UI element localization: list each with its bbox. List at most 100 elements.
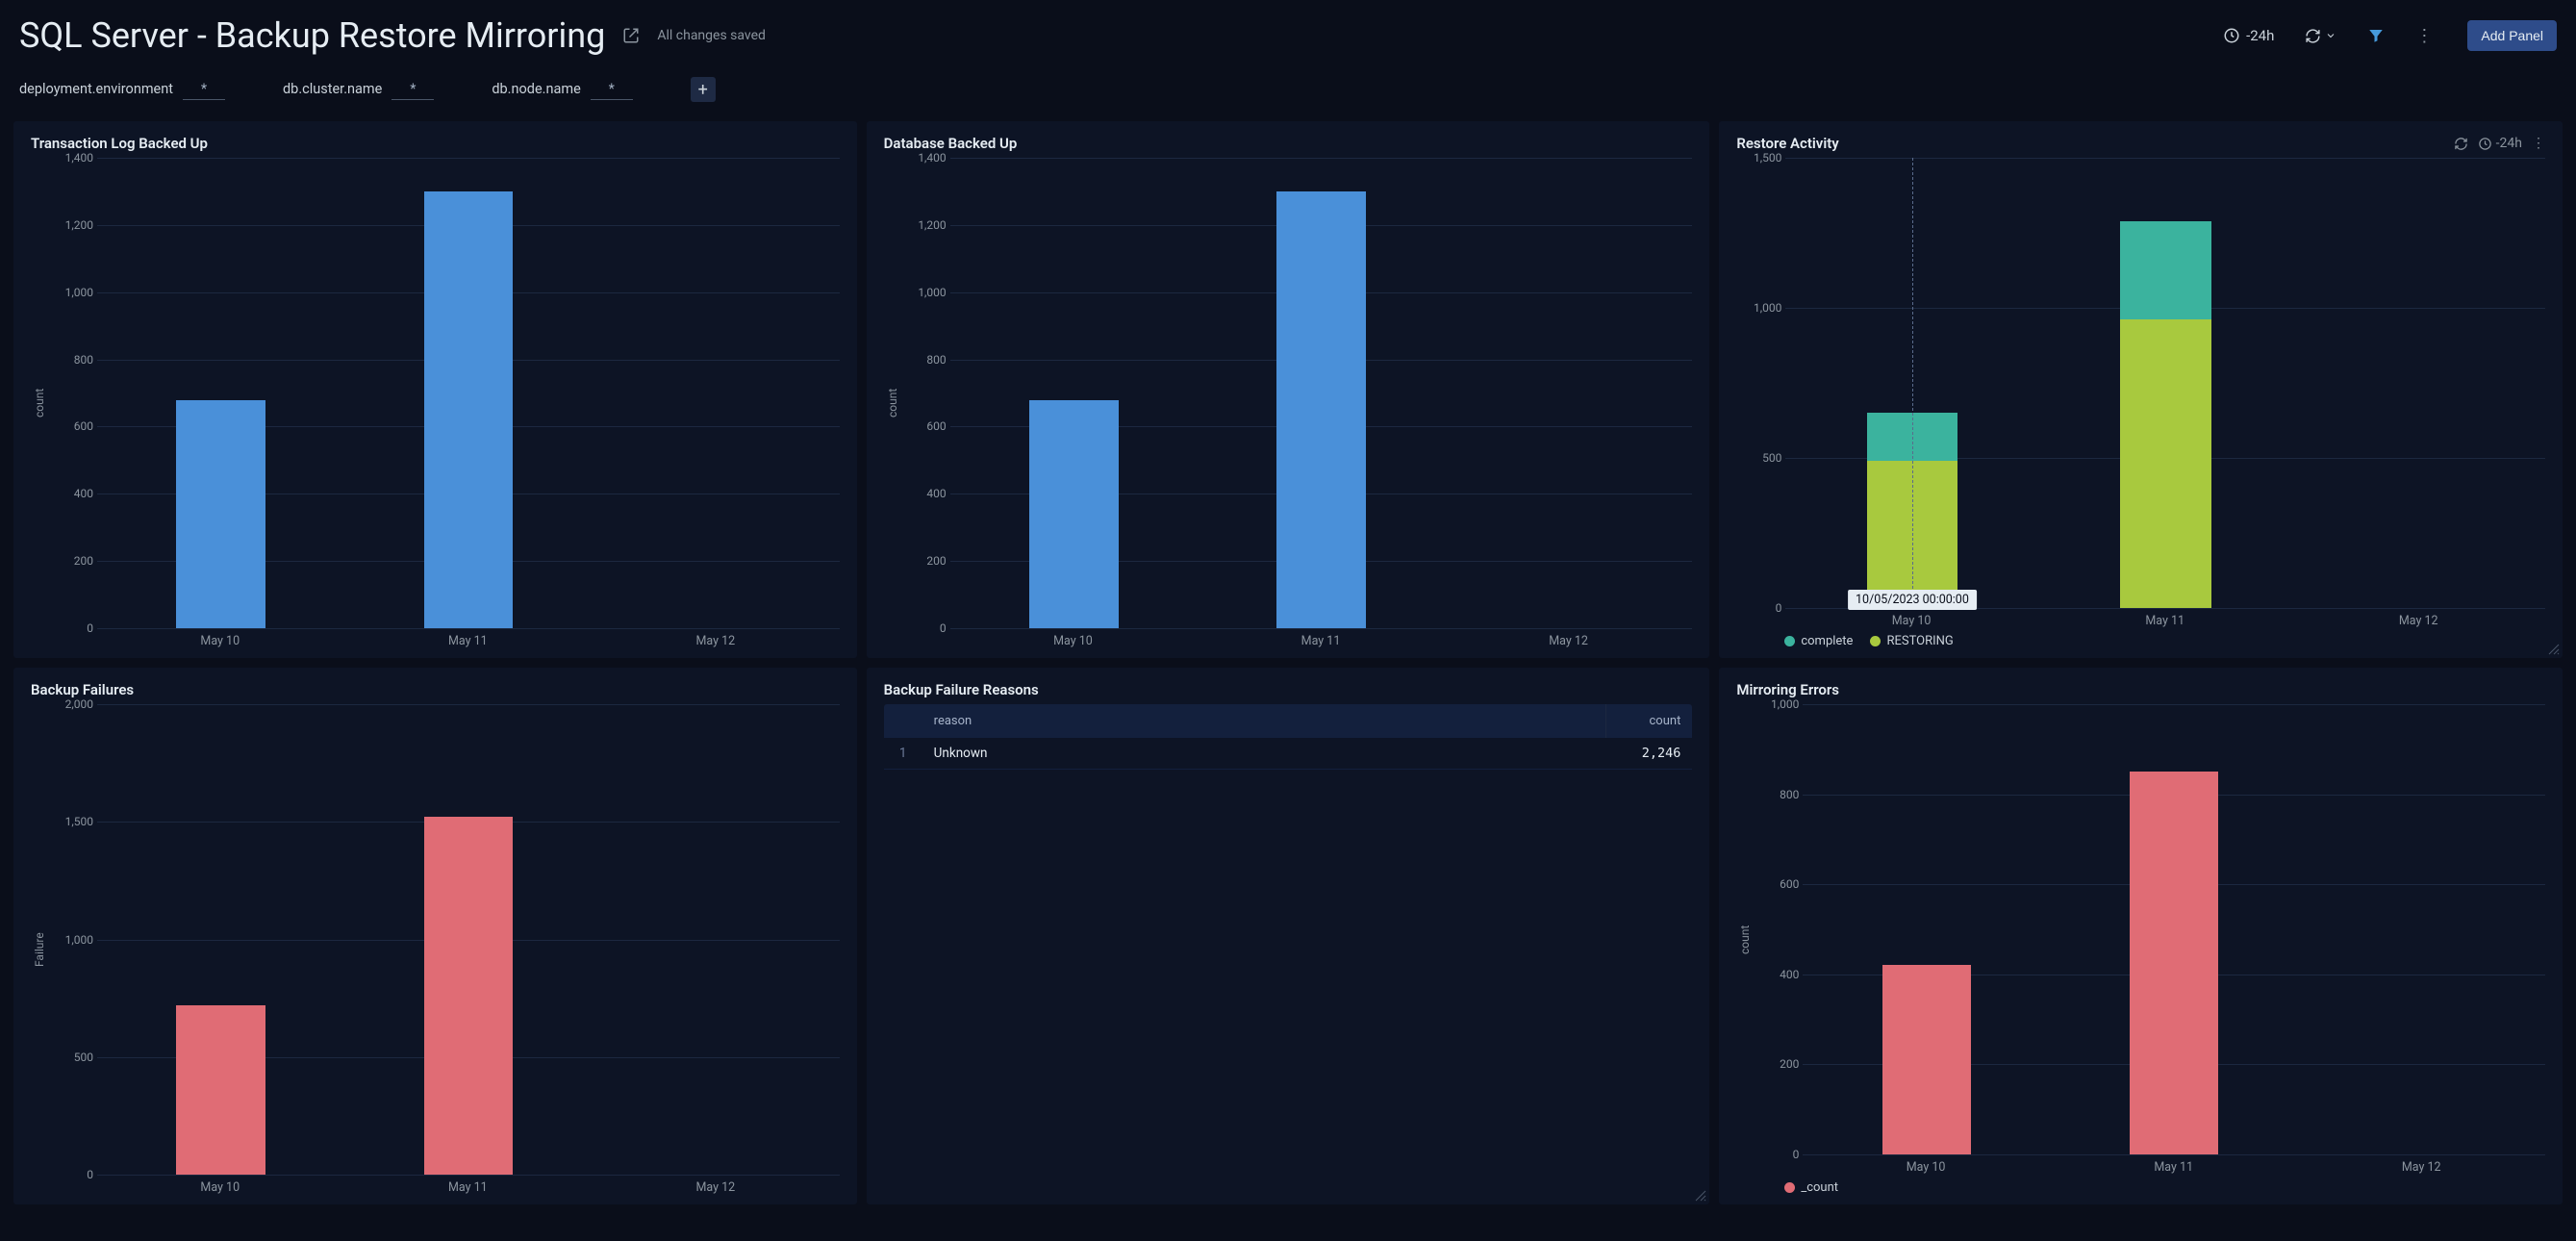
column-header-count[interactable]: count [1605,704,1692,738]
table-header: reason count [884,704,1693,738]
y-tick-label: 1,500 [1737,151,1781,165]
column-header-reason[interactable]: reason [922,704,1606,738]
bar-slot[interactable] [1445,158,1692,628]
x-tick-label: May 11 [2050,1160,2298,1175]
panel-transaction-log-backed-up: Transaction Log Backed Up count 02004006… [13,121,857,658]
y-tick-label: 1,200 [902,218,947,232]
y-tick-label: 1,000 [902,286,947,299]
panel-time-range: -24h [2496,136,2522,151]
filter-label: db.node.name [492,81,580,97]
resize-handle-icon[interactable] [1694,1189,1707,1203]
bar-segment [424,817,514,1175]
time-range-picker[interactable]: -24h [2223,27,2274,44]
panel-mirroring-errors: Mirroring Errors count 02004006008001,00… [1719,668,2563,1204]
bar [2130,704,2219,1154]
dashboard-grid: Transaction Log Backed Up count 02004006… [0,121,2576,1218]
y-tick-label: 200 [49,554,93,568]
y-tick-label: 0 [1737,601,1781,615]
filter-db-node-name[interactable]: db.node.name * [492,79,632,100]
bar-segment [1276,191,1366,628]
y-tick-label: 400 [49,487,93,500]
x-tick-label: May 12 [592,634,840,648]
bar-slot[interactable] [592,704,839,1175]
y-tick-label: 500 [1737,451,1781,465]
bar-slot[interactable] [344,158,592,628]
y-tick-label: 400 [902,487,947,500]
bar-slot[interactable] [1198,158,1445,628]
x-tick-label: May 12 [1445,634,1693,648]
legend-item-count[interactable]: _count [1784,1180,1838,1195]
share-icon[interactable] [622,27,640,44]
legend-item-complete[interactable]: complete [1784,634,1853,648]
bar-chart: 02004006008001,0001,2001,400 May 10May 1… [48,158,840,648]
panel-title: Backup Failures [31,681,134,698]
y-tick-label: 1,500 [49,815,93,828]
chevron-down-icon [2325,30,2336,41]
bar [671,704,761,1175]
bar [1524,158,1613,628]
refresh-icon[interactable] [2454,137,2468,151]
bar-segment [176,400,265,629]
filter-value[interactable]: * [183,79,225,100]
bar-slot[interactable] [1803,704,2050,1154]
y-tick-label: 0 [49,621,93,635]
table-row[interactable]: 1 Unknown 2,246 [884,738,1693,770]
filter-icon[interactable] [2367,27,2385,44]
bar-slot[interactable] [2051,704,2298,1154]
add-panel-button[interactable]: Add Panel [2467,20,2557,51]
y-tick-label: 1,000 [1755,697,1799,711]
bar-slot[interactable] [97,704,344,1175]
y-tick-label: 2,000 [49,697,93,711]
time-range-value: -24h [2246,27,2274,44]
refresh-icon [2305,28,2321,44]
bar-slot[interactable] [2292,158,2545,608]
filter-value[interactable]: * [391,79,434,100]
bar [424,704,514,1175]
y-tick-label: 1,200 [49,218,93,232]
y-tick-label: 600 [49,419,93,433]
filter-deployment-environment[interactable]: deployment.environment * [19,79,225,100]
bar-chart: 02004006008001,000 May 10May 11May 12 [1754,704,2545,1175]
filter-value[interactable]: * [591,79,633,100]
bar-slot[interactable] [97,158,344,628]
x-tick-label: May 12 [2297,1160,2545,1175]
x-tick-label: May 12 [2291,614,2545,628]
y-tick-label: 1,000 [49,286,93,299]
bar [2377,704,2466,1154]
refresh-control[interactable] [2305,28,2336,44]
legend-item-restoring[interactable]: RESTORING [1870,634,1953,648]
hover-guideline [1912,158,1913,608]
bar-slot[interactable] [592,158,839,628]
clock-icon [2223,27,2240,44]
panel-title: Database Backed Up [884,135,1018,152]
panel-title: Backup Failure Reasons [884,681,1039,698]
panel-actions: -24h ⋮ [2454,136,2545,151]
bar-segment [1029,400,1119,629]
x-tick-label: May 11 [344,1180,593,1195]
bar-chart: 02004006008001,0001,2001,400 May 10May 1… [901,158,1693,648]
panel-title: Restore Activity [1736,135,1838,152]
hover-tooltip: 10/05/2023 00:00:00 [1848,590,1977,610]
add-filter-button[interactable]: + [691,77,716,102]
bar-slot[interactable] [2039,158,2292,608]
bar-segment [2130,772,2219,1154]
resize-handle-icon[interactable] [2547,643,2561,656]
bar [2373,158,2464,608]
bar [424,158,514,628]
bar-slot[interactable] [344,704,592,1175]
filter-db-cluster-name[interactable]: db.cluster.name * [283,79,434,100]
y-axis-label: count [31,158,48,648]
overflow-menu-icon[interactable]: ⋮ [2532,136,2545,151]
page-header: SQL Server - Backup Restore Mirroring Al… [0,0,2576,63]
bar-segment [1882,965,1972,1154]
y-tick-label: 600 [902,419,947,433]
panel-title: Mirroring Errors [1736,681,1839,698]
cell-reason: Unknown [922,738,1606,769]
bar-slot[interactable] [2298,704,2545,1154]
bar-slot[interactable] [950,158,1198,628]
y-tick-label: 800 [1755,788,1799,801]
clock-icon[interactable]: -24h [2478,136,2522,151]
bar [176,704,265,1175]
overflow-menu-icon[interactable]: ⋮ [2415,26,2433,46]
bar-segment [424,191,514,628]
